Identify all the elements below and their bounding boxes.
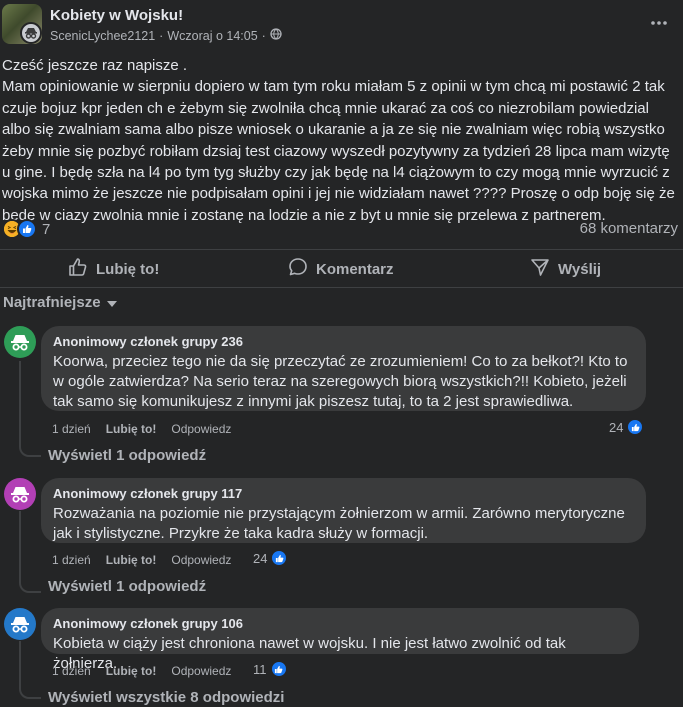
comment-time[interactable]: 1 dzień (52, 664, 91, 678)
reaction-count: 7 (42, 220, 51, 238)
comment-reply-button[interactable]: Odpowiedz (171, 553, 231, 567)
globe-icon (270, 28, 282, 43)
group-avatar[interactable] (2, 4, 42, 44)
author-name[interactable]: ScenicLychee2121 (50, 29, 155, 43)
comment-like-button[interactable]: Lubię to! (106, 422, 157, 436)
comment-like-count: 24 (253, 550, 268, 566)
comment-like-button[interactable]: Lubię to! (106, 664, 157, 678)
thread-line (19, 361, 21, 445)
thread-curve (19, 581, 41, 593)
incognito-icon (11, 617, 29, 633)
thread-line (19, 511, 21, 581)
comment-time[interactable]: 1 dzień (52, 553, 91, 567)
like-reaction-icon (269, 660, 288, 678)
comment-bubble: Anonimowy członek grupy 236 Koorwa, prze… (41, 326, 646, 411)
post-time[interactable]: Wczoraj o 14:05 (167, 29, 257, 43)
post-meta: ScenicLychee2121 · Wczoraj o 14:05 · (50, 28, 282, 43)
comment-actions: 1 dzień Lubię to! Odpowiedz (52, 422, 231, 436)
sort-label: Najtrafniejsze (3, 294, 101, 311)
caret-down-icon (106, 294, 117, 311)
meta-separator: · (159, 28, 164, 43)
post-body: Cześć jeszcze raz napisze . Mam opiniowa… (2, 57, 675, 224)
divider-top (0, 249, 683, 250)
comment-bubble: Anonimowy członek grupy 117 Rozważania n… (41, 478, 646, 543)
like-button[interactable]: Lubię to! (68, 252, 159, 286)
thumbs-up-icon (68, 257, 88, 281)
meta-separator-2: · (261, 28, 266, 43)
view-replies-link[interactable]: Wyświetl wszystkie 8 odpowiedzi (48, 689, 284, 706)
like-reaction-icon (17, 219, 37, 239)
view-replies-link[interactable]: Wyświetl 1 odpowiedź (48, 578, 206, 595)
avatar[interactable] (4, 478, 36, 510)
comment-actions: 1 dzień Lubię to! Odpowiedz (52, 553, 231, 567)
comment-sort-dropdown[interactable]: Najtrafniejsze (3, 294, 117, 311)
thread-curve (19, 687, 41, 699)
commenter-name[interactable]: Anonimowy członek grupy 106 (53, 616, 627, 632)
like-reaction-icon (270, 549, 289, 567)
comment-text: Rozważania na poziomie nie przystającym … (53, 505, 625, 542)
group-name-link[interactable]: Kobiety w Wojsku! (50, 7, 183, 24)
comment-time[interactable]: 1 dzień (52, 422, 91, 436)
send-icon (530, 257, 550, 281)
comment-reactions[interactable]: 11 (253, 660, 288, 678)
anonymous-badge-icon (20, 22, 42, 44)
comment-button[interactable]: Komentarz (288, 252, 394, 286)
post-header: Kobiety w Wojsku! ScenicLychee2121 · Wcz… (0, 0, 683, 50)
thread-line (19, 641, 21, 687)
post-action-bar: Lubię to! Komentarz Wyślij (0, 252, 683, 286)
incognito-icon (11, 487, 29, 503)
comment-text: Koorwa, przeciez tego nie da się przeczy… (53, 353, 628, 410)
more-options-icon[interactable] (648, 12, 670, 34)
comment-actions: 1 dzień Lubię to! Odpowiedz (52, 664, 231, 678)
comment-count-link[interactable]: 68 komentarzy (580, 220, 678, 237)
comment-like-button[interactable]: Lubię to! (106, 553, 157, 567)
comment-reply-button[interactable]: Odpowiedz (171, 664, 231, 678)
thread-curve (19, 445, 41, 457)
like-button-label: Lubię to! (96, 260, 160, 278)
comment-bubble-icon (288, 257, 308, 281)
comment-bubble: Anonimowy członek grupy 106 Kobieta w ci… (41, 608, 639, 672)
comment-reply-button[interactable]: Odpowiedz (171, 422, 231, 436)
share-button-label: Wyślij (558, 260, 602, 278)
avatar[interactable] (4, 326, 36, 358)
divider-bottom (0, 287, 683, 288)
incognito-icon (11, 335, 29, 351)
like-reaction-icon (626, 418, 645, 436)
comment-like-count: 24 (609, 419, 624, 435)
commenter-name[interactable]: Anonimowy członek grupy 236 (53, 334, 634, 350)
comment-reactions[interactable]: 24 (609, 418, 645, 436)
share-button[interactable]: Wyślij (530, 252, 601, 286)
reactions-summary[interactable]: 7 (2, 218, 50, 240)
commenter-name[interactable]: Anonimowy członek grupy 117 (53, 486, 634, 502)
avatar[interactable] (4, 608, 36, 640)
comment-like-count: 11 (253, 661, 267, 677)
comment-button-label: Komentarz (316, 260, 394, 278)
comment-reactions[interactable]: 24 (253, 549, 289, 567)
view-replies-link[interactable]: Wyświetl 1 odpowiedź (48, 447, 206, 464)
